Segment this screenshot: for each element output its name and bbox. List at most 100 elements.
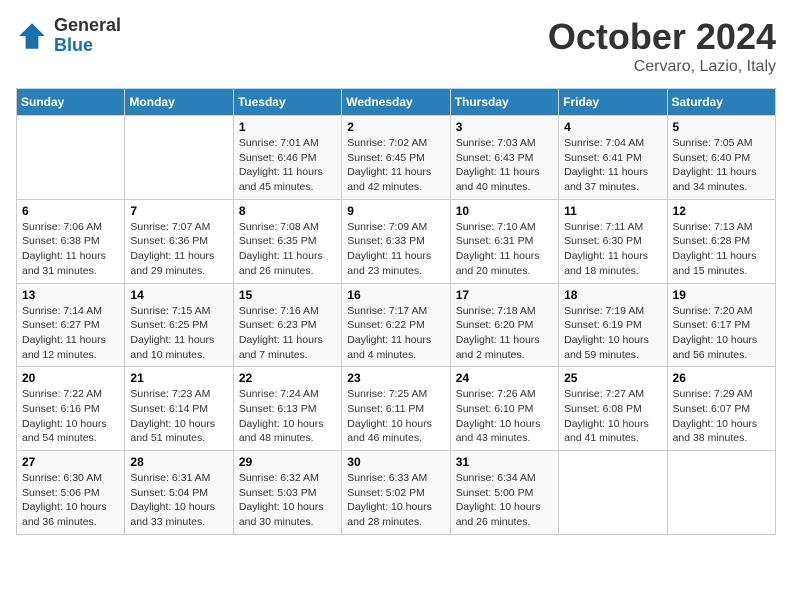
calendar-cell: 26Sunrise: 7:29 AM Sunset: 6:07 PM Dayli… bbox=[667, 367, 775, 451]
calendar-cell: 27Sunrise: 6:30 AM Sunset: 5:06 PM Dayli… bbox=[17, 451, 125, 535]
day-number: 23 bbox=[347, 371, 444, 385]
day-number: 4 bbox=[564, 120, 661, 134]
day-info: Sunrise: 7:02 AM Sunset: 6:45 PM Dayligh… bbox=[347, 136, 444, 195]
day-info: Sunrise: 7:01 AM Sunset: 6:46 PM Dayligh… bbox=[239, 136, 336, 195]
column-header-monday: Monday bbox=[125, 89, 233, 116]
calendar-cell: 25 Sunrise: 7:27 AM Sunset: 6:08 PM Dayli… bbox=[559, 367, 667, 451]
day-info: Sunrise: 7:29 AM Sunset: 6:07 PM Dayligh… bbox=[673, 387, 770, 446]
calendar-cell: 13 Sunrise: 7:14 AM Sunset: 6:27 PM Dayli… bbox=[17, 283, 125, 367]
day-info: Sunrise: 7:06 AM Sunset: 6:38 PM Dayligh… bbox=[22, 220, 119, 279]
calendar-cell bbox=[17, 116, 125, 200]
calendar-cell bbox=[559, 451, 667, 535]
calendar-table: SundayMondayTuesdayWednesdayThursdayFrid… bbox=[16, 88, 776, 535]
logo-blue-text: Blue bbox=[54, 36, 121, 56]
day-number: 14 bbox=[130, 288, 227, 302]
column-header-wednesday: Wednesday bbox=[342, 89, 450, 116]
day-info: Sunrise: 7:27 AM Sunset: 6:08 PM Dayligh… bbox=[564, 387, 661, 446]
calendar-cell: 18 Sunrise: 7:19 AM Sunset: 6:19 PM Dayli… bbox=[559, 283, 667, 367]
calendar-cell: 30 Sunrise: 6:33 AM Sunset: 5:02 PM Dayli… bbox=[342, 451, 450, 535]
day-info: Sunrise: 7:23 AM Sunset: 6:14 PM Dayligh… bbox=[130, 387, 227, 446]
calendar-cell: 15Sunrise: 7:16 AM Sunset: 6:23 PM Dayli… bbox=[233, 283, 341, 367]
calendar-cell: 22 Sunrise: 7:24 AM Sunset: 6:13 PM Dayli… bbox=[233, 367, 341, 451]
title-block: October 2024 Cervaro, Lazio, Italy bbox=[548, 16, 776, 76]
month-title: October 2024 bbox=[548, 16, 776, 58]
day-info: Sunrise: 7:14 AM Sunset: 6:27 PM Dayligh… bbox=[22, 304, 119, 363]
day-number: 11 bbox=[564, 204, 661, 218]
day-number: 22 bbox=[239, 371, 336, 385]
calendar-cell: 28 Sunrise: 6:31 AM Sunset: 5:04 PM Dayli… bbox=[125, 451, 233, 535]
week-row-3: 13 Sunrise: 7:14 AM Sunset: 6:27 PM Dayli… bbox=[17, 283, 776, 367]
calendar-cell: 16Sunrise: 7:17 AM Sunset: 6:22 PM Dayli… bbox=[342, 283, 450, 367]
day-number: 20 bbox=[22, 371, 119, 385]
day-number: 18 bbox=[564, 288, 661, 302]
day-info: Sunrise: 7:16 AM Sunset: 6:23 PM Dayligh… bbox=[239, 304, 336, 363]
day-number: 2 bbox=[347, 120, 444, 134]
day-info: Sunrise: 7:15 AM Sunset: 6:25 PM Dayligh… bbox=[130, 304, 227, 363]
logo-text: General Blue bbox=[54, 16, 121, 56]
day-info: Sunrise: 7:18 AM Sunset: 6:20 PM Dayligh… bbox=[456, 304, 553, 363]
calendar-cell: 9 Sunrise: 7:09 AM Sunset: 6:33 PM Daylig… bbox=[342, 199, 450, 283]
header-row: SundayMondayTuesdayWednesdayThursdayFrid… bbox=[17, 89, 776, 116]
day-number: 21 bbox=[130, 371, 227, 385]
day-number: 27 bbox=[22, 455, 119, 469]
day-info: Sunrise: 7:04 AM Sunset: 6:41 PM Dayligh… bbox=[564, 136, 661, 195]
day-info: Sunrise: 6:32 AM Sunset: 5:03 PM Dayligh… bbox=[239, 471, 336, 530]
calendar-cell: 20Sunrise: 7:22 AM Sunset: 6:16 PM Dayli… bbox=[17, 367, 125, 451]
day-info: Sunrise: 7:05 AM Sunset: 6:40 PM Dayligh… bbox=[673, 136, 770, 195]
day-info: Sunrise: 7:13 AM Sunset: 6:28 PM Dayligh… bbox=[673, 220, 770, 279]
column-header-saturday: Saturday bbox=[667, 89, 775, 116]
week-row-5: 27Sunrise: 6:30 AM Sunset: 5:06 PM Dayli… bbox=[17, 451, 776, 535]
calendar-cell: 21 Sunrise: 7:23 AM Sunset: 6:14 PM Dayli… bbox=[125, 367, 233, 451]
day-info: Sunrise: 7:17 AM Sunset: 6:22 PM Dayligh… bbox=[347, 304, 444, 363]
day-info: Sunrise: 7:11 AM Sunset: 6:30 PM Dayligh… bbox=[564, 220, 661, 279]
calendar-cell: 11 Sunrise: 7:11 AM Sunset: 6:30 PM Dayli… bbox=[559, 199, 667, 283]
logo-general-text: General bbox=[54, 16, 121, 36]
day-number: 5 bbox=[673, 120, 770, 134]
day-number: 28 bbox=[130, 455, 227, 469]
column-header-sunday: Sunday bbox=[17, 89, 125, 116]
day-number: 8 bbox=[239, 204, 336, 218]
day-number: 13 bbox=[22, 288, 119, 302]
calendar-cell: 23 Sunrise: 7:25 AM Sunset: 6:11 PM Dayli… bbox=[342, 367, 450, 451]
day-info: Sunrise: 6:33 AM Sunset: 5:02 PM Dayligh… bbox=[347, 471, 444, 530]
day-number: 19 bbox=[673, 288, 770, 302]
day-info: Sunrise: 7:03 AM Sunset: 6:43 PM Dayligh… bbox=[456, 136, 553, 195]
day-info: Sunrise: 7:09 AM Sunset: 6:33 PM Dayligh… bbox=[347, 220, 444, 279]
day-number: 31 bbox=[456, 455, 553, 469]
day-number: 24 bbox=[456, 371, 553, 385]
day-number: 30 bbox=[347, 455, 444, 469]
day-info: Sunrise: 7:25 AM Sunset: 6:11 PM Dayligh… bbox=[347, 387, 444, 446]
column-header-thursday: Thursday bbox=[450, 89, 558, 116]
calendar-cell: 19 Sunrise: 7:20 AM Sunset: 6:17 PM Dayli… bbox=[667, 283, 775, 367]
calendar-cell: 17 Sunrise: 7:18 AM Sunset: 6:20 PM Dayli… bbox=[450, 283, 558, 367]
day-number: 3 bbox=[456, 120, 553, 134]
logo-icon bbox=[16, 20, 48, 52]
day-info: Sunrise: 7:19 AM Sunset: 6:19 PM Dayligh… bbox=[564, 304, 661, 363]
calendar-cell: 7Sunrise: 7:07 AM Sunset: 6:36 PM Daylig… bbox=[125, 199, 233, 283]
calendar-cell: 4 Sunrise: 7:04 AM Sunset: 6:41 PM Daylig… bbox=[559, 116, 667, 200]
calendar-cell: 2 Sunrise: 7:02 AM Sunset: 6:45 PM Daylig… bbox=[342, 116, 450, 200]
calendar-cell: 12Sunrise: 7:13 AM Sunset: 6:28 PM Dayli… bbox=[667, 199, 775, 283]
calendar-cell: 5 Sunrise: 7:05 AM Sunset: 6:40 PM Daylig… bbox=[667, 116, 775, 200]
location-text: Cervaro, Lazio, Italy bbox=[548, 58, 776, 76]
day-info: Sunrise: 7:20 AM Sunset: 6:17 PM Dayligh… bbox=[673, 304, 770, 363]
week-row-4: 20Sunrise: 7:22 AM Sunset: 6:16 PM Dayli… bbox=[17, 367, 776, 451]
day-number: 17 bbox=[456, 288, 553, 302]
day-info: Sunrise: 6:31 AM Sunset: 5:04 PM Dayligh… bbox=[130, 471, 227, 530]
week-row-2: 6Sunrise: 7:06 AM Sunset: 6:38 PM Daylig… bbox=[17, 199, 776, 283]
calendar-cell: 31Sunrise: 6:34 AM Sunset: 5:00 PM Dayli… bbox=[450, 451, 558, 535]
calendar-cell: 24Sunrise: 7:26 AM Sunset: 6:10 PM Dayli… bbox=[450, 367, 558, 451]
day-info: Sunrise: 7:24 AM Sunset: 6:13 PM Dayligh… bbox=[239, 387, 336, 446]
calendar-cell: 3 Sunrise: 7:03 AM Sunset: 6:43 PM Daylig… bbox=[450, 116, 558, 200]
calendar-cell: 14 Sunrise: 7:15 AM Sunset: 6:25 PM Dayli… bbox=[125, 283, 233, 367]
day-number: 1 bbox=[239, 120, 336, 134]
day-info: Sunrise: 7:08 AM Sunset: 6:35 PM Dayligh… bbox=[239, 220, 336, 279]
calendar-cell: 10Sunrise: 7:10 AM Sunset: 6:31 PM Dayli… bbox=[450, 199, 558, 283]
day-number: 7 bbox=[130, 204, 227, 218]
calendar-cell bbox=[125, 116, 233, 200]
page-header: General Blue October 2024 Cervaro, Lazio… bbox=[16, 16, 776, 76]
day-number: 9 bbox=[347, 204, 444, 218]
calendar-cell: 1 Sunrise: 7:01 AM Sunset: 6:46 PM Daylig… bbox=[233, 116, 341, 200]
day-number: 25 bbox=[564, 371, 661, 385]
calendar-cell bbox=[667, 451, 775, 535]
